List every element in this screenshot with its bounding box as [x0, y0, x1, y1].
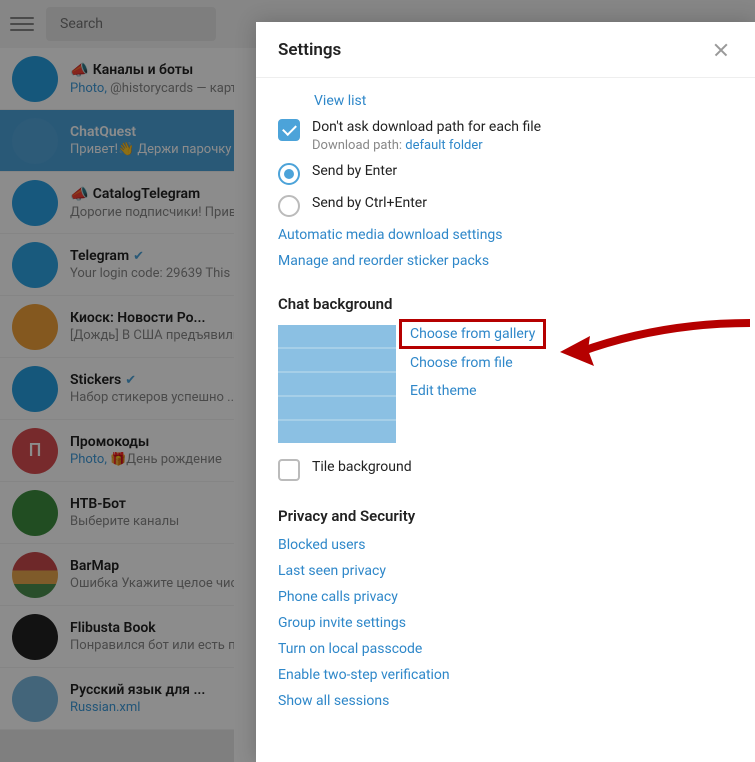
close-icon[interactable] [709, 38, 733, 62]
checkbox-checked-icon[interactable] [278, 119, 300, 141]
local-passcode-link[interactable]: Turn on local passcode [278, 641, 733, 657]
option-label: Tile background [312, 459, 412, 475]
radio-icon[interactable] [278, 195, 300, 217]
choose-from-file-link[interactable]: Choose from file [410, 355, 540, 371]
option-label: Don't ask download path for each file [312, 119, 541, 135]
last-seen-privacy-link[interactable]: Last seen privacy [278, 563, 733, 579]
group-invite-link[interactable]: Group invite settings [278, 615, 733, 631]
auto-media-download-link[interactable]: Automatic media download settings [278, 227, 733, 243]
view-list-link[interactable]: View list [314, 93, 366, 109]
radio-selected-icon[interactable] [278, 163, 300, 185]
dialog-header: Settings [256, 22, 755, 78]
download-path-sub: Download path: default folder [312, 138, 541, 153]
dialog-title: Settings [278, 40, 341, 60]
dialog-body: View list Don't ask download path for ea… [256, 78, 755, 762]
sticker-packs-link[interactable]: Manage and reorder sticker packs [278, 253, 733, 269]
settings-dialog: Settings View list Don't ask download pa… [256, 22, 755, 762]
blocked-users-link[interactable]: Blocked users [278, 537, 733, 553]
option-label: Send by Ctrl+Enter [312, 195, 427, 211]
phone-calls-privacy-link[interactable]: Phone calls privacy [278, 589, 733, 605]
send-by-ctrl-enter-row[interactable]: Send by Ctrl+Enter [278, 195, 733, 217]
send-by-enter-row[interactable]: Send by Enter [278, 163, 733, 185]
chat-background-title: Chat background [278, 295, 733, 313]
checkbox-icon[interactable] [278, 459, 300, 481]
dont-ask-download-row[interactable]: Don't ask download path for each file Do… [278, 119, 733, 153]
edit-theme-link[interactable]: Edit theme [410, 383, 540, 399]
chat-background-row: Choose from gallery Choose from file Edi… [278, 325, 733, 443]
background-thumbnail[interactable] [278, 325, 396, 443]
privacy-security-title: Privacy and Security [278, 507, 733, 525]
two-step-verification-link[interactable]: Enable two-step verification [278, 667, 733, 683]
download-path-label: Download path: [312, 138, 405, 153]
show-all-sessions-link[interactable]: Show all sessions [278, 693, 733, 709]
choose-from-gallery-link[interactable]: Choose from gallery [405, 325, 540, 343]
tile-background-row[interactable]: Tile background [278, 459, 733, 481]
default-folder-link[interactable]: default folder [405, 138, 482, 153]
option-label: Send by Enter [312, 163, 397, 179]
